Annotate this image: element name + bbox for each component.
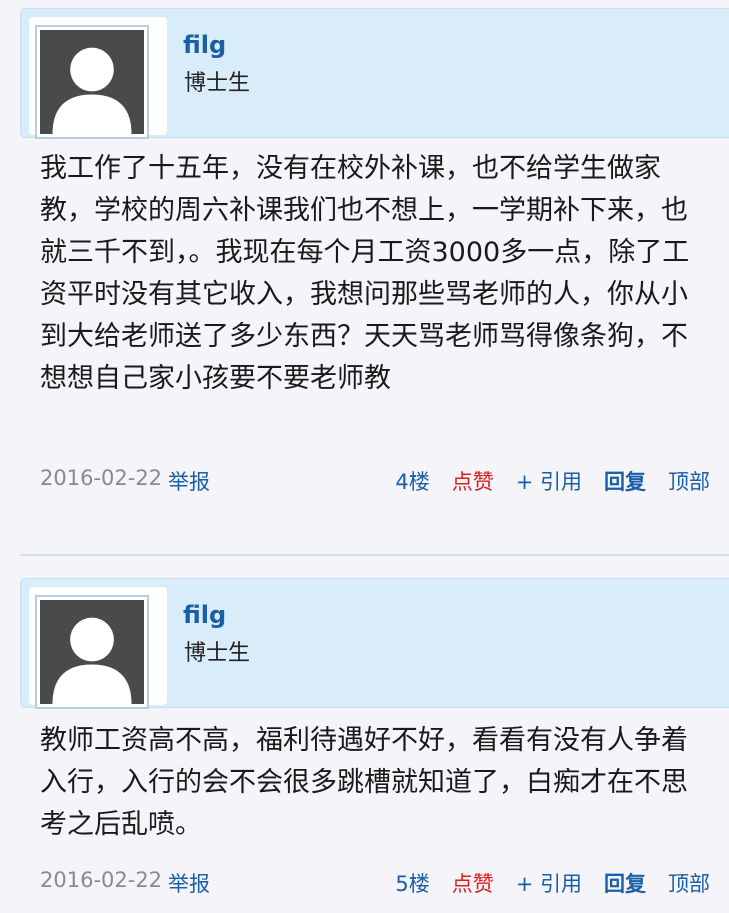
post-header: filg 博士生 [20, 8, 729, 138]
reply-button[interactable]: 回复 [604, 466, 646, 496]
post-actions: 5楼 点赞 + 引用 回复 顶部 [373, 868, 710, 898]
reply-button[interactable]: 回复 [604, 868, 646, 898]
post: filg 博士生 我工作了十五年，没有在校外补课，也不给学生做家教，学校的周六补… [0, 0, 729, 520]
post-header: filg 博士生 [20, 578, 729, 708]
user-role: 博士生 [184, 71, 251, 96]
post-date: 2016-02-22 [40, 466, 163, 490]
report-link[interactable]: 举报 [168, 466, 210, 496]
avatar-frame [29, 587, 167, 707]
quote-button[interactable]: + 引用 [516, 466, 582, 496]
default-user-avatar-icon [40, 600, 144, 704]
floor-number[interactable]: 4楼 [395, 466, 429, 496]
post-actions: 4楼 点赞 + 引用 回复 顶部 [373, 466, 710, 496]
back-to-top-button[interactable]: 顶部 [668, 466, 710, 496]
avatar-frame [29, 17, 167, 137]
post-divider [20, 554, 729, 556]
post: filg 博士生 教师工资高不高，福利待遇好不好，看看有没有人争着入行，入行的会… [0, 570, 729, 913]
post-meta: 2016-02-22 举报 5楼 点赞 + 引用 回复 顶部 [0, 868, 729, 898]
username[interactable]: filg [183, 601, 226, 629]
back-to-top-button[interactable]: 顶部 [668, 868, 710, 898]
like-button[interactable]: 点赞 [452, 868, 494, 898]
avatar[interactable] [37, 27, 147, 137]
post-meta: 2016-02-22 举报 4楼 点赞 + 引用 回复 顶部 [0, 466, 729, 496]
post-content: 我工作了十五年，没有在校外补课，也不给学生做家教，学校的周六补课我们也不想上，一… [40, 153, 690, 394]
floor-number[interactable]: 5楼 [395, 868, 429, 898]
default-user-avatar-icon [40, 30, 144, 134]
post-content: 教师工资高不高，福利待遇好不好，看看有没有人争着入行，入行的会不会很多跳槽就知道… [40, 725, 688, 840]
like-button[interactable]: 点赞 [452, 466, 494, 496]
avatar[interactable] [37, 597, 147, 707]
username[interactable]: filg [183, 31, 226, 59]
report-link[interactable]: 举报 [168, 868, 210, 898]
user-role: 博士生 [184, 641, 251, 666]
post-date: 2016-02-22 [40, 868, 163, 892]
quote-button[interactable]: + 引用 [516, 868, 582, 898]
